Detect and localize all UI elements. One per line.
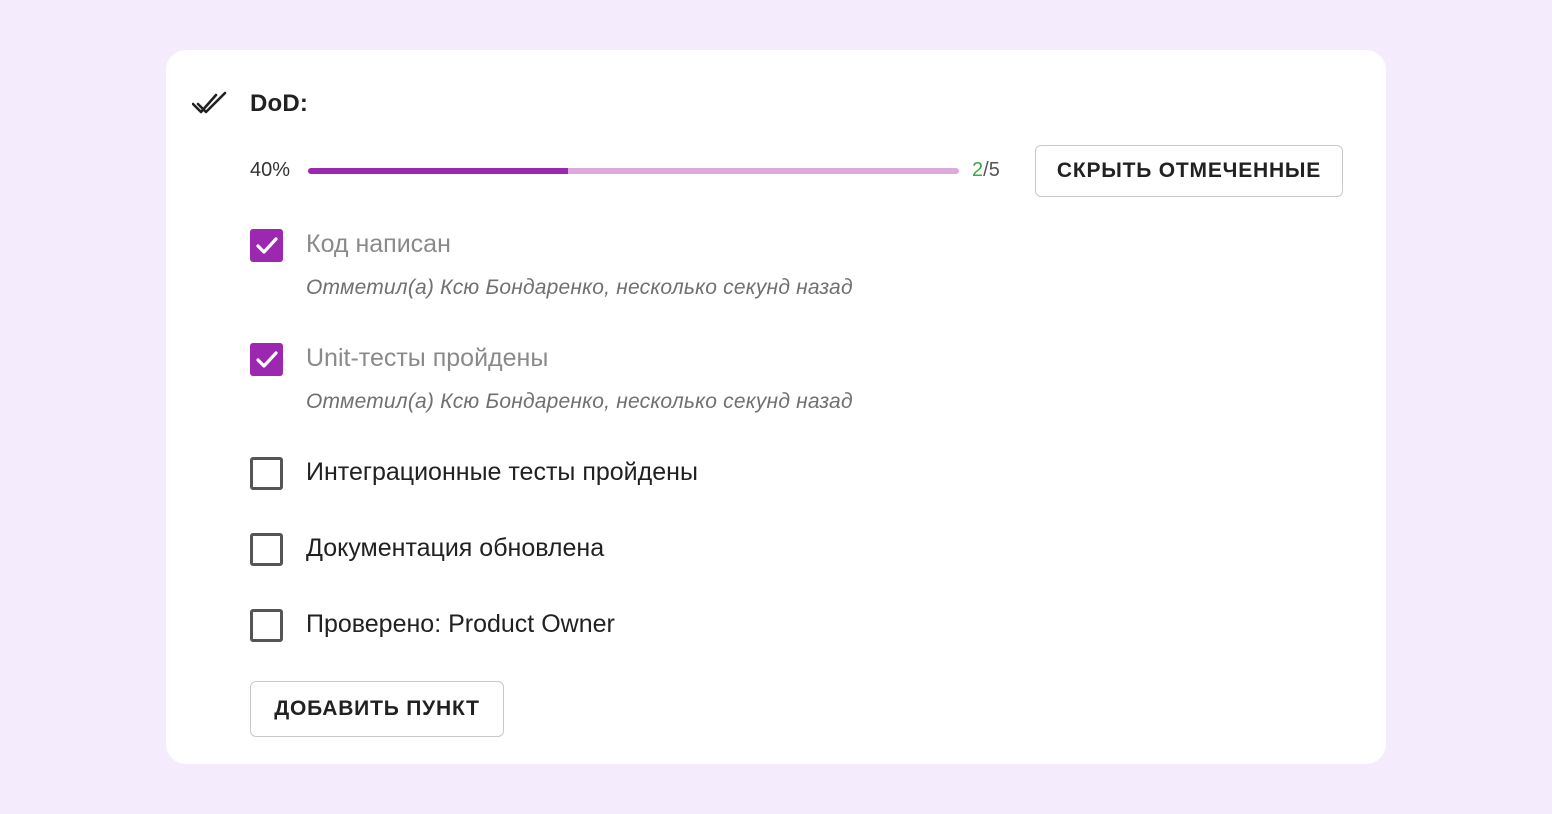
item-label[interactable]: Проверено: Product Owner	[306, 610, 615, 639]
add-item-button[interactable]: ДОБАВИТЬ ПУНКТ	[250, 681, 504, 737]
progress-total-count: 5	[988, 159, 1000, 181]
item-checkbox[interactable]	[250, 533, 283, 566]
item-label[interactable]: Unit-тесты пройдены	[306, 344, 548, 373]
progress-bar-fill	[308, 168, 569, 174]
double-check-icon	[192, 89, 230, 119]
item-checkbox[interactable]	[250, 457, 283, 490]
hide-checked-button[interactable]: СКРЫТЬ ОТМЕЧЕННЫЕ	[1035, 145, 1343, 197]
progress-count: 2/5	[972, 159, 1000, 182]
checkmark-icon	[256, 237, 278, 254]
progress-done-count: 2	[972, 159, 984, 181]
checklist-title: DoD:	[250, 90, 309, 117]
checklist-header: DoD:	[192, 88, 308, 120]
progress-bar	[308, 168, 959, 174]
item-checkbox[interactable]	[250, 609, 283, 642]
page-background: { "colors": { "page_background": "#f4ebf…	[0, 0, 1552, 814]
item-checked-by: Отметил(а) Ксю Бондаренко, несколько сек…	[306, 276, 853, 299]
progress-percent: 40%	[250, 159, 291, 181]
item-label[interactable]: Документация обновлена	[306, 534, 604, 563]
dod-checklist-card: DoD: 40% 2/5 СКРЫТЬ ОТМЕЧЕННЫЕ Код напис…	[166, 50, 1386, 764]
item-checked-by: Отметил(а) Ксю Бондаренко, несколько сек…	[306, 390, 853, 413]
item-checkbox[interactable]	[250, 229, 283, 262]
item-checkbox[interactable]	[250, 343, 283, 376]
progress-row: 40% 2/5 СКРЫТЬ ОТМЕЧЕННЫЕ	[250, 144, 1345, 198]
item-label[interactable]: Интеграционные тесты пройдены	[306, 458, 698, 487]
item-label[interactable]: Код написан	[306, 230, 451, 259]
checkmark-icon	[256, 351, 278, 368]
